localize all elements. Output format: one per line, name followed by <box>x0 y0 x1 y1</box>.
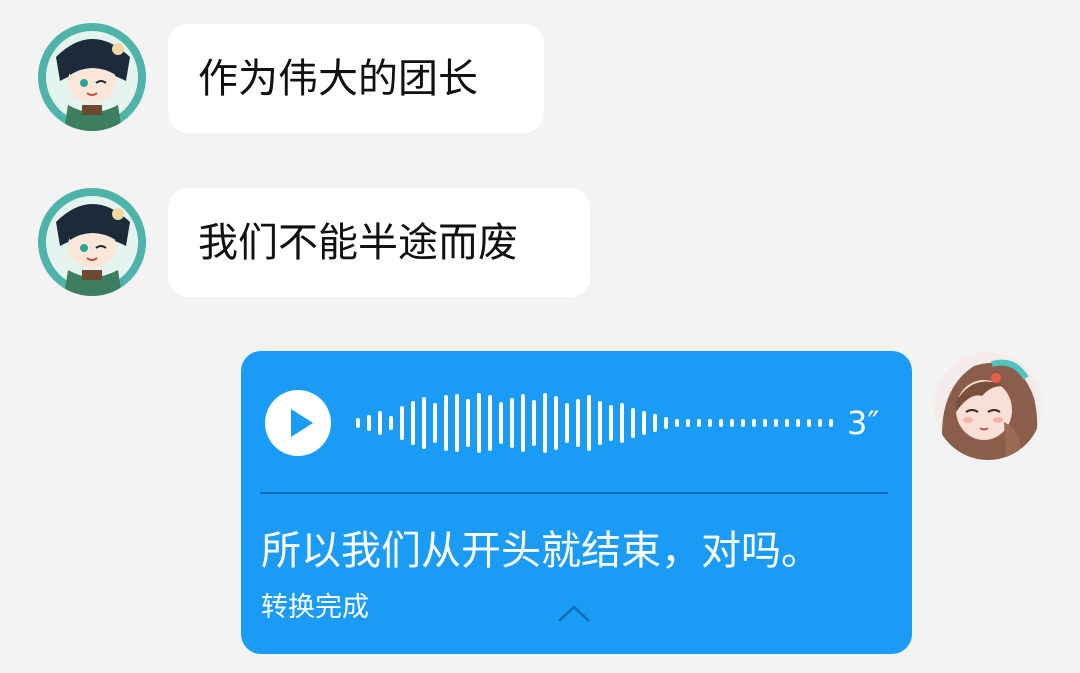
duration-label: 3″ <box>847 404 880 442</box>
waveform-bar <box>708 419 712 427</box>
waveform-bar <box>642 411 646 435</box>
waveform-bar <box>532 400 536 446</box>
waveform-bar <box>796 419 800 427</box>
waveform-bar <box>807 419 811 427</box>
waveform-bar <box>477 393 481 453</box>
chevron-up-icon[interactable] <box>557 603 591 623</box>
waveform-bar <box>576 399 580 447</box>
waveform-bar <box>422 397 426 449</box>
play-button[interactable] <box>265 390 331 456</box>
waveform-bar <box>367 415 371 431</box>
waveform-bar <box>609 405 613 441</box>
waveform-bar <box>400 406 404 440</box>
waveform-bar <box>752 419 756 427</box>
waveform-bar <box>686 419 690 427</box>
waveform-bar <box>763 419 767 427</box>
waveform-bar <box>543 393 547 453</box>
waveform-bar <box>499 402 503 444</box>
waveform-bar <box>356 418 360 428</box>
girl-avatar-icon[interactable] <box>934 352 1042 460</box>
message-bubble[interactable]: 作为伟大的团长 <box>168 24 544 133</box>
waveform-bar <box>598 401 602 445</box>
waveform-bar <box>620 403 624 443</box>
waveform-bar <box>444 395 448 451</box>
waveform <box>356 393 833 453</box>
message-bubble[interactable]: 我们不能半途而废 <box>168 188 590 297</box>
waveform-bar <box>719 419 723 427</box>
message-text: 作为伟大的团长 <box>198 55 478 102</box>
waveform-bar <box>774 419 778 427</box>
waveform-bar <box>664 417 668 429</box>
waveform-bar <box>455 394 459 452</box>
waveform-bar <box>675 419 679 427</box>
divider <box>260 492 888 494</box>
venti-avatar-icon[interactable] <box>38 188 146 296</box>
conversion-status: 转换完成 <box>261 592 369 623</box>
waveform-bar <box>411 401 415 445</box>
voice-message-bubble[interactable]: 3″ 所以我们从开头就结束，对吗。 转换完成 <box>241 351 912 654</box>
waveform-bar <box>521 394 525 452</box>
waveform-bar <box>653 414 657 432</box>
waveform-bar <box>466 399 470 447</box>
waveform-bar <box>433 403 437 443</box>
waveform-bar <box>565 403 569 443</box>
message-text: 我们不能半途而废 <box>198 219 518 266</box>
waveform-bar <box>554 396 558 450</box>
waveform-bar <box>378 411 382 435</box>
waveform-bar <box>389 416 393 430</box>
transcript-text: 所以我们从开头就结束，对吗。 <box>261 528 821 574</box>
waveform-bar <box>741 419 745 427</box>
waveform-bar <box>587 395 591 451</box>
waveform-bar <box>488 395 492 451</box>
waveform-bar <box>510 398 514 448</box>
waveform-bar <box>829 419 833 427</box>
waveform-bar <box>785 419 789 427</box>
waveform-bar <box>697 419 701 427</box>
waveform-bar <box>730 419 734 427</box>
waveform-bar <box>818 419 822 427</box>
venti-avatar-icon[interactable] <box>38 23 146 131</box>
waveform-bar <box>631 408 635 438</box>
play-icon <box>291 409 313 437</box>
